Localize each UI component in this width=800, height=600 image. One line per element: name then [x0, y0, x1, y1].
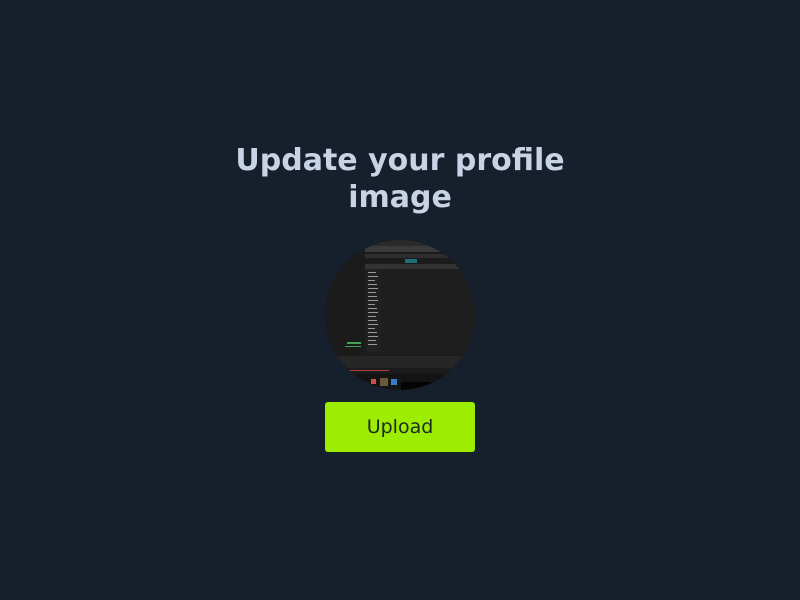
avatar-image [325, 240, 475, 390]
profile-avatar [325, 240, 475, 390]
profile-page: Update your profile image Upload [0, 0, 800, 600]
page-title: Update your profile image [235, 143, 565, 215]
upload-button[interactable]: Upload [325, 402, 475, 452]
